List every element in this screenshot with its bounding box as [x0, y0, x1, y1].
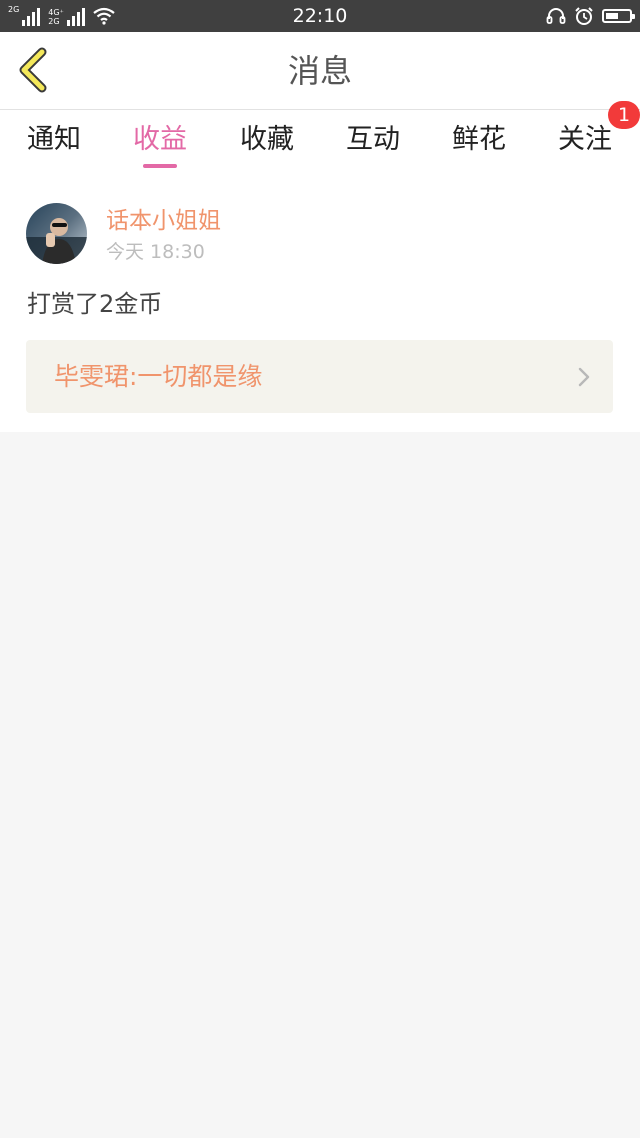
page-title: 消息 [287, 52, 352, 90]
status-time: 22:10 [292, 5, 348, 27]
linked-post[interactable]: 毕雯珺:一切都是缘 [26, 340, 613, 413]
chevron-right-icon [578, 367, 590, 387]
tab-favorites[interactable]: 收藏 [237, 122, 297, 168]
active-tab-indicator [143, 164, 177, 168]
notification-message: 打赏了2金币 [27, 290, 163, 318]
tab-interactions[interactable]: 互动 [343, 122, 403, 168]
linked-post-title: 毕雯珺:一切都是缘 [54, 362, 263, 391]
tab-label: 收藏 [240, 124, 294, 155]
tab-earnings[interactable]: 收益 [130, 122, 190, 168]
timestamp: 今天 18:30 [106, 241, 205, 263]
tab-label: 通知 [27, 124, 81, 155]
headphones-icon [546, 8, 566, 24]
tab-following[interactable]: 关注 [555, 122, 615, 168]
tab-notifications[interactable]: 通知 [24, 122, 84, 168]
tab-label: 收益 [133, 124, 187, 155]
header-bar: 消息 [0, 32, 640, 110]
battery-icon [602, 9, 635, 23]
tab-bar: 通知 收益 收藏 互动 鲜花 关注 [0, 110, 640, 176]
tab-label: 关注 [558, 124, 612, 155]
alarm-clock-icon [575, 7, 593, 25]
tab-label: 鲜花 [452, 124, 506, 155]
avatar-image [26, 203, 87, 264]
avatar[interactable] [26, 203, 87, 264]
status-right [546, 5, 635, 27]
status-bar: 2G 4G⁺ 2G 22:10 [0, 0, 640, 32]
notification-card: 话本小姐姐 今天 18:30 打赏了2金币 毕雯珺:一切都是缘 [0, 176, 640, 432]
unread-badge: 1 [608, 101, 640, 129]
tab-label: 互动 [346, 124, 400, 155]
user-name[interactable]: 话本小姐姐 [106, 205, 221, 237]
tab-flowers[interactable]: 鲜花 [449, 122, 509, 168]
battery-level-fill [606, 13, 618, 19]
